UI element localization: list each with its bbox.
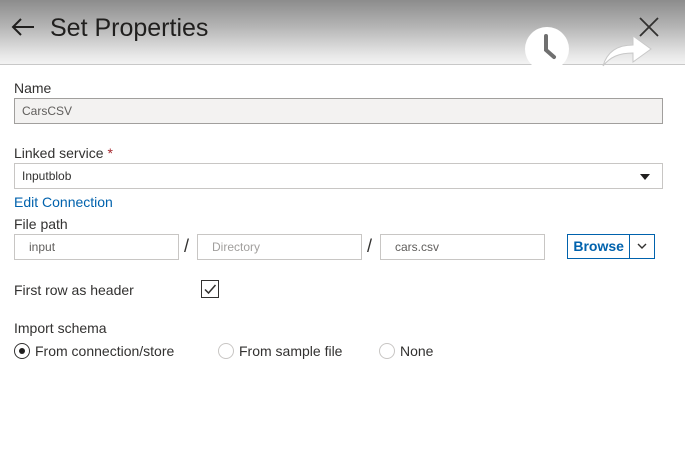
close-icon[interactable] (638, 16, 660, 38)
linked-service-dropdown[interactable]: Inputblob (14, 163, 663, 189)
container-input[interactable]: input (14, 234, 179, 260)
page-title: Set Properties (50, 14, 209, 42)
import-schema-label: Import schema (14, 320, 107, 336)
radio-label-from-sample-file[interactable]: From sample file (239, 343, 342, 359)
clock-icon[interactable] (523, 25, 571, 73)
back-arrow-icon[interactable] (10, 16, 36, 38)
radio-label-none[interactable]: None (400, 343, 433, 359)
name-label: Name (14, 80, 52, 96)
first-row-header-checkbox[interactable] (201, 280, 219, 298)
browse-button[interactable]: Browse (568, 235, 629, 258)
chevron-down-icon (637, 243, 647, 249)
path-separator: / (184, 236, 190, 256)
radio-label-from-connection-store[interactable]: From connection/store (35, 343, 174, 359)
browse-dropdown-button[interactable] (629, 235, 654, 258)
panel-header: Set Properties (0, 0, 685, 71)
directory-input[interactable]: Directory (197, 234, 362, 260)
first-row-header-label: First row as header (14, 282, 134, 298)
checkmark-icon (204, 284, 217, 295)
name-field[interactable]: CarsCSV (14, 98, 663, 124)
chevron-down-icon (640, 174, 650, 180)
radio-from-connection-store[interactable] (14, 343, 30, 359)
path-separator: / (367, 236, 373, 256)
linked-service-label: Linked service * (14, 145, 113, 161)
file-name-input[interactable]: cars.csv (380, 234, 545, 260)
linked-service-label-text: Linked service (14, 145, 104, 161)
radio-none[interactable] (379, 343, 395, 359)
edit-connection-link[interactable]: Edit Connection (14, 194, 113, 210)
required-marker: * (107, 145, 113, 161)
radio-from-sample-file[interactable] (218, 343, 234, 359)
file-path-label: File path (14, 216, 68, 232)
browse-split-button: Browse (567, 234, 655, 259)
linked-service-value: Inputblob (22, 169, 72, 183)
